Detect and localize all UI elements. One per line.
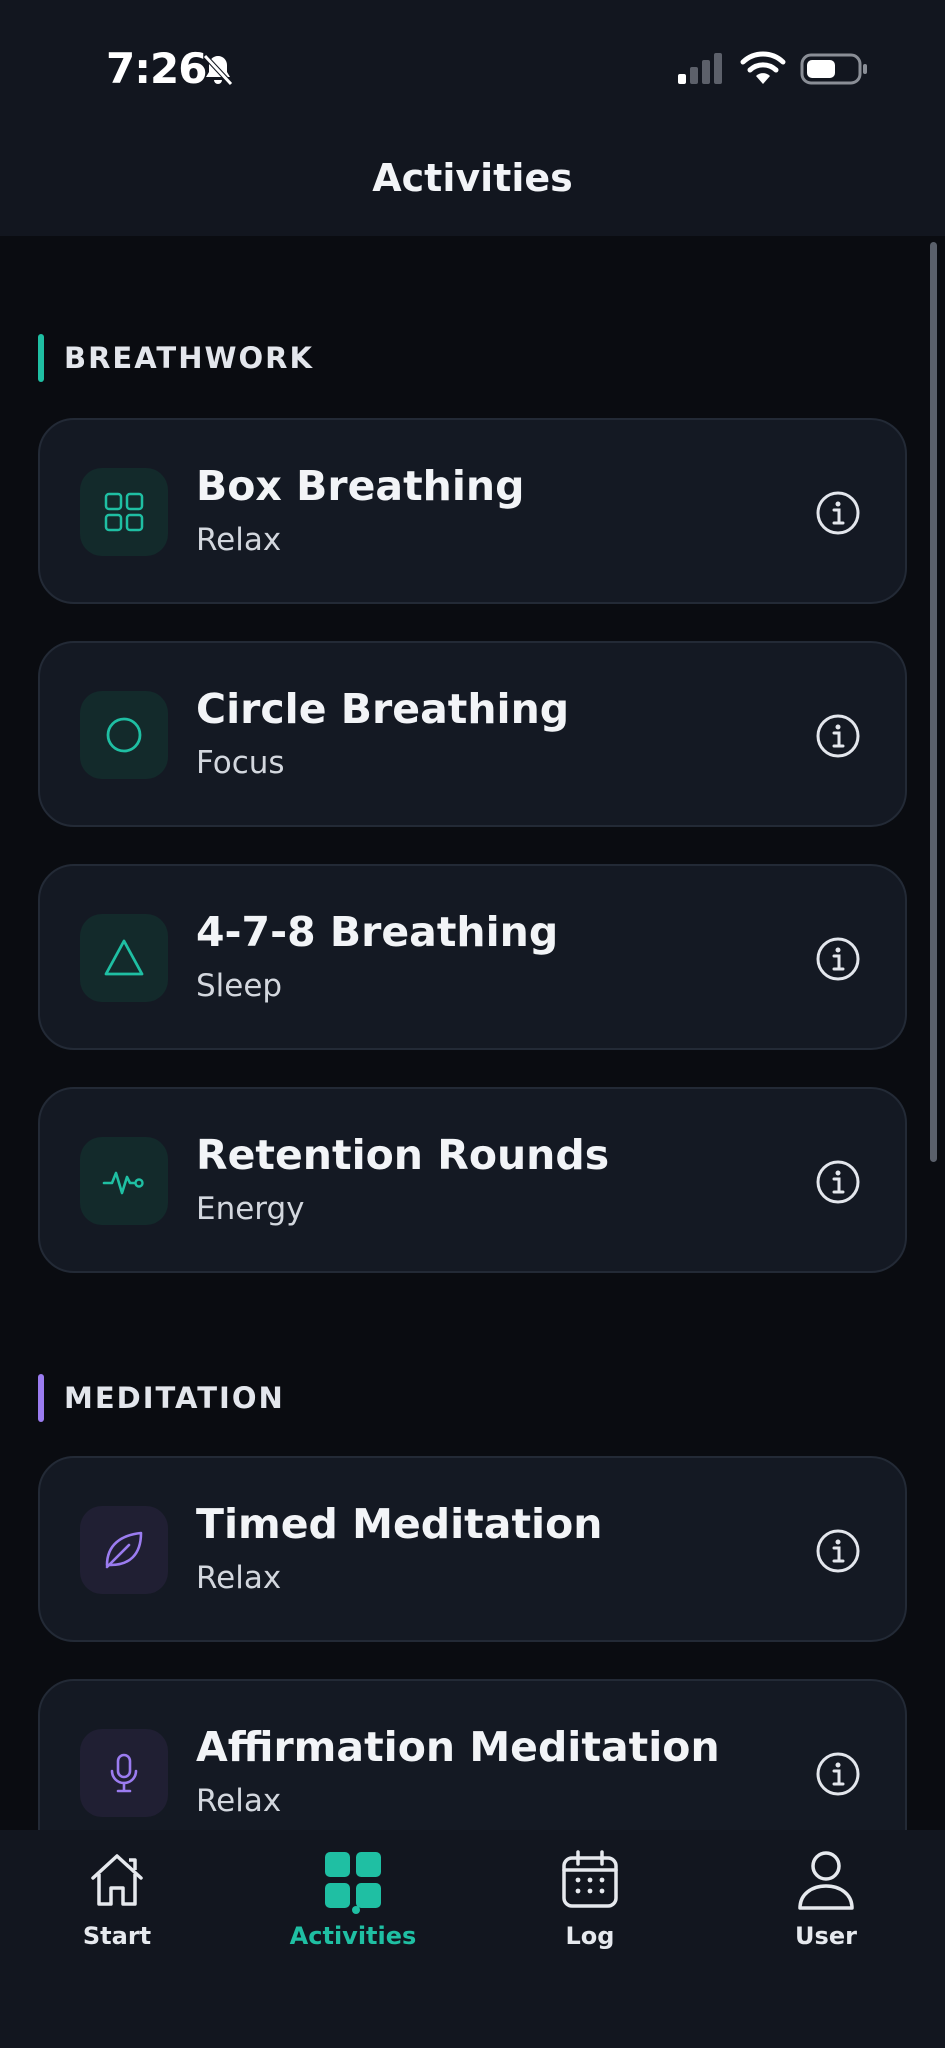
section-accent-bar xyxy=(38,1374,44,1422)
status-bar: 7:26 xyxy=(0,0,945,120)
activity-category: Relax xyxy=(196,1783,282,1819)
activity-title: Circle Breathing xyxy=(196,685,570,733)
apps-icon xyxy=(325,1852,381,1908)
grid-icon xyxy=(104,492,144,532)
tab-label: Activities xyxy=(289,1922,417,1950)
section-accent-bar xyxy=(38,334,44,382)
signal-icon xyxy=(678,53,722,84)
activity-category: Relax xyxy=(196,1560,282,1596)
tab-activities[interactable]: Activities xyxy=(263,1848,443,1958)
user-icon xyxy=(798,1851,854,1910)
activity-category: Relax xyxy=(196,522,282,558)
section-header-breathwork: BREATHWORK xyxy=(38,334,314,382)
active-tab-indicator xyxy=(352,1906,360,1914)
circle-icon xyxy=(106,717,142,753)
microphone-icon xyxy=(110,1753,138,1793)
activity-title: Box Breathing xyxy=(196,462,525,510)
status-time: 7:26 xyxy=(106,44,207,93)
scrollbar[interactable] xyxy=(930,242,937,1162)
tab-label: Start xyxy=(82,1922,152,1950)
page-title: Activities xyxy=(372,156,573,200)
activity-title: Affirmation Meditation xyxy=(196,1723,720,1771)
tab-label: User xyxy=(795,1922,857,1950)
info-icon[interactable] xyxy=(815,936,861,982)
info-icon[interactable] xyxy=(815,713,861,759)
info-icon[interactable] xyxy=(815,1159,861,1205)
activity-card-circle-breathing[interactable]: Circle Breathing Focus xyxy=(38,641,907,827)
section-title: MEDITATION xyxy=(64,1381,285,1415)
activity-title: Timed Meditation xyxy=(196,1500,603,1548)
activity-category: Energy xyxy=(196,1191,305,1227)
section-title: BREATHWORK xyxy=(64,341,314,375)
info-icon[interactable] xyxy=(815,1528,861,1574)
activities-list[interactable]: BREATHWORK Box Breathing Relax Circle Br… xyxy=(0,236,945,1830)
activity-category: Sleep xyxy=(196,968,283,1004)
tab-start[interactable]: Start xyxy=(27,1848,207,1958)
tab-user[interactable]: User xyxy=(736,1848,916,1958)
activity-card-4-7-8-breathing[interactable]: 4-7-8 Breathing Sleep xyxy=(38,864,907,1050)
pulse-icon xyxy=(102,1171,144,1195)
activity-title: 4-7-8 Breathing xyxy=(196,908,559,956)
activity-card-affirmation-meditation[interactable]: Affirmation Meditation Relax xyxy=(38,1679,907,1830)
triangle-icon xyxy=(104,939,144,976)
section-header-meditation: MEDITATION xyxy=(38,1374,285,1422)
tab-log[interactable]: Log xyxy=(500,1848,680,1958)
info-icon[interactable] xyxy=(815,490,861,536)
tab-bar: Start Activities Log User xyxy=(0,1830,945,2048)
activity-card-timed-meditation[interactable]: Timed Meditation Relax xyxy=(38,1456,907,1642)
activity-category: Focus xyxy=(196,745,285,781)
calendar-icon xyxy=(562,1850,618,1908)
info-icon[interactable] xyxy=(815,1751,861,1797)
activity-card-box-breathing[interactable]: Box Breathing Relax xyxy=(38,418,907,604)
bell-muted-icon xyxy=(203,54,233,86)
activity-card-retention-rounds[interactable]: Retention Rounds Energy xyxy=(38,1087,907,1273)
wifi-icon xyxy=(740,51,786,84)
leaf-icon xyxy=(105,1531,143,1569)
tab-label: Log xyxy=(565,1922,615,1950)
activity-title: Retention Rounds xyxy=(196,1131,610,1179)
battery-icon xyxy=(800,53,867,85)
home-icon xyxy=(91,1854,143,1906)
navigation-header: Activities xyxy=(0,120,945,236)
